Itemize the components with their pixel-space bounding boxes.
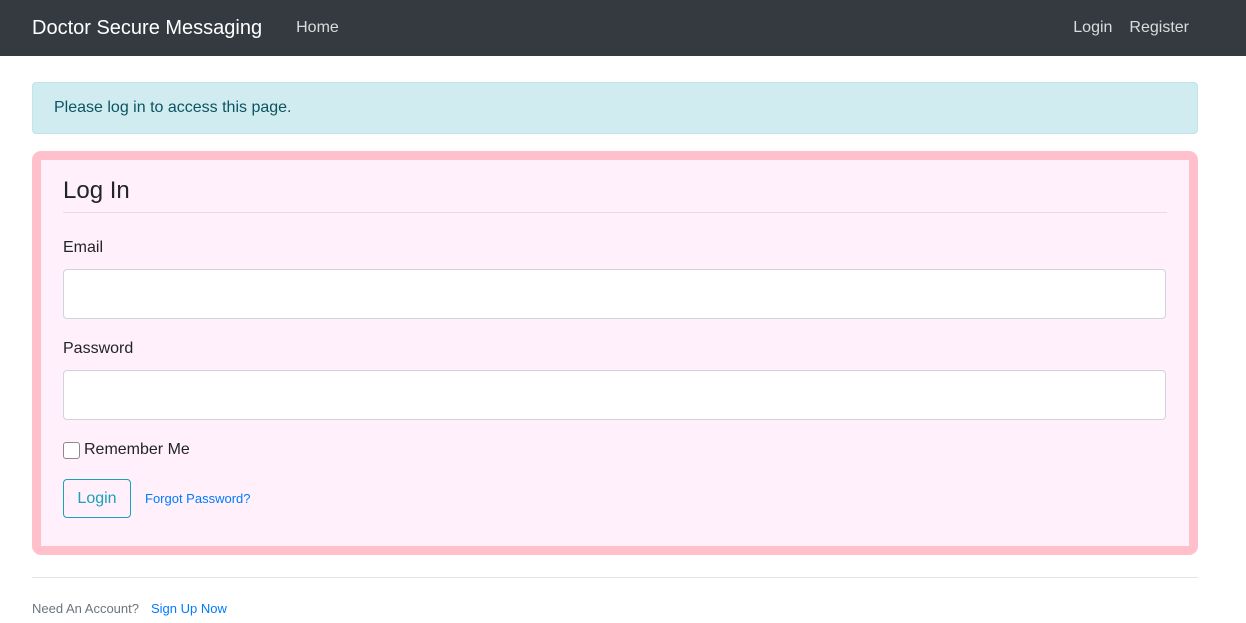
alert-message: Please log in to access this page. — [54, 99, 292, 116]
remember-label[interactable]: Remember Me — [84, 441, 190, 459]
sign-up-link[interactable]: Sign Up Now — [151, 601, 227, 616]
login-form-box: Log In Email Password Remember Me Login … — [32, 151, 1198, 555]
info-alert: Please log in to access this page. — [32, 82, 1198, 134]
footer-prompt: Need An Account? — [32, 601, 139, 616]
forgot-password-link[interactable]: Forgot Password? — [145, 491, 251, 506]
form-legend: Log In — [63, 177, 1167, 213]
email-field[interactable] — [63, 269, 1166, 319]
nav-home-link[interactable]: Home — [296, 19, 339, 37]
footer: Need An Account? Sign Up Now — [32, 601, 227, 616]
remember-row: Remember Me — [63, 441, 190, 459]
email-label: Email — [63, 239, 104, 256]
brand-link[interactable]: Doctor Secure Messaging — [32, 17, 262, 40]
nav-login-link[interactable]: Login — [1073, 19, 1112, 37]
password-field[interactable] — [63, 370, 1166, 420]
navbar: Doctor Secure Messaging Home Login Regis… — [0, 0, 1246, 56]
nav-right: Login Register — [1073, 19, 1189, 37]
password-label: Password — [63, 340, 134, 357]
login-button[interactable]: Login — [63, 479, 131, 518]
nav-register-link[interactable]: Register — [1129, 19, 1189, 37]
footer-divider — [32, 577, 1198, 578]
remember-checkbox[interactable] — [63, 441, 80, 459]
